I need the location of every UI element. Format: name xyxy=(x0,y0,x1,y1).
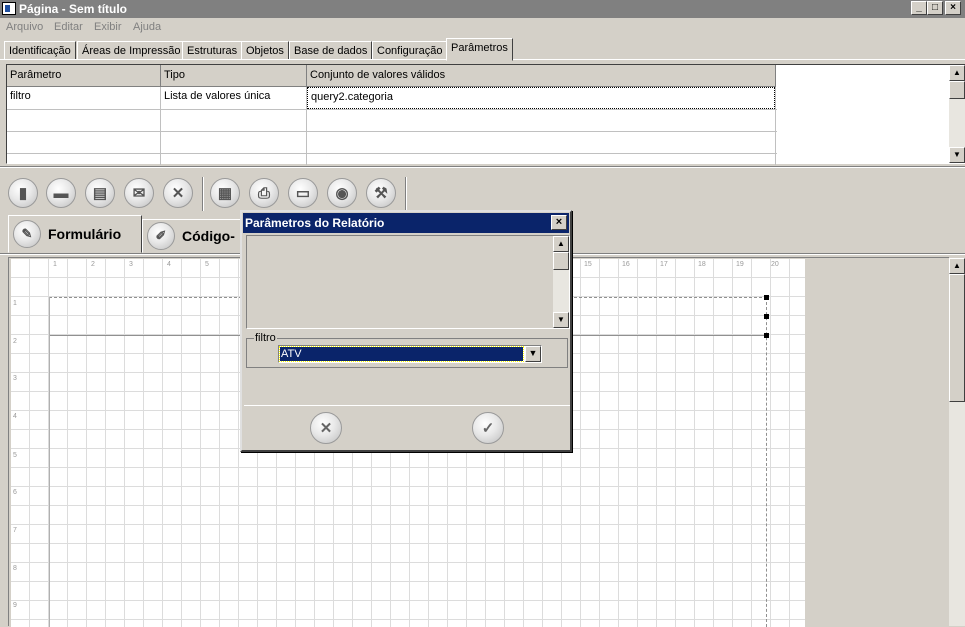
splitter[interactable] xyxy=(0,166,965,168)
resize-handle[interactable] xyxy=(764,314,769,319)
pencil-icon: ✐ xyxy=(147,222,175,250)
ruler-mark: 3 xyxy=(13,375,17,382)
menu-arquivo[interactable]: Arquivo xyxy=(6,21,43,33)
cancel-icon[interactable]: ✕ xyxy=(163,178,193,208)
save-icon[interactable]: ▤ xyxy=(85,178,115,208)
app-icon xyxy=(2,2,16,15)
dialog-title-bar[interactable]: Parâmetros do Relatório × xyxy=(243,213,569,233)
new-document-icon[interactable]: ▮ xyxy=(8,178,38,208)
window-title: Página - Sem título xyxy=(19,2,128,16)
column-header-parametro[interactable]: Parâmetro xyxy=(7,65,161,87)
dialog-scrollbar[interactable]: ▲ ▼ xyxy=(553,236,569,328)
tab-objetos[interactable]: Objetos xyxy=(241,41,289,60)
toolbar-separator xyxy=(405,177,407,211)
ruler-mark: 6 xyxy=(13,489,17,496)
dialog-close-button[interactable]: × xyxy=(551,215,567,230)
maximize-button[interactable]: □ xyxy=(927,1,943,15)
menu-editar[interactable]: Editar xyxy=(54,21,83,33)
chevron-down-icon[interactable]: ▼ xyxy=(525,346,541,362)
tab-estruturas[interactable]: Estruturas xyxy=(182,41,243,60)
email-icon[interactable]: ✉ xyxy=(124,178,154,208)
tab-base-de-dados[interactable]: Base de dados xyxy=(289,41,373,60)
ruler-mark: 5 xyxy=(13,452,17,459)
margin-line xyxy=(49,297,50,627)
grid-scrollbar[interactable]: ▲ ▼ xyxy=(949,65,965,163)
close-button[interactable]: × xyxy=(945,1,961,15)
parameters-grid: Parâmetro Tipo Conjunto de valores válid… xyxy=(6,64,965,165)
canvas-scrollbar[interactable]: ▲ xyxy=(949,258,965,626)
menu-ajuda[interactable]: Ajuda xyxy=(133,21,161,33)
globe-icon[interactable]: ◉ xyxy=(327,178,357,208)
ruler-mark: 5 xyxy=(205,261,209,268)
edit-form-icon: ✎ xyxy=(13,220,41,248)
ruler-mark: 1 xyxy=(53,261,57,268)
ruler-mark: 18 xyxy=(698,261,706,268)
report-icon[interactable]: ▦ xyxy=(210,178,240,208)
monitor-icon[interactable]: ▭ xyxy=(288,178,318,208)
confirm-button[interactable]: ✓ xyxy=(472,412,504,444)
minimize-button[interactable]: _ xyxy=(911,1,927,15)
filtro-label: filtro xyxy=(254,332,277,344)
tab-identificacao[interactable]: Identificação xyxy=(4,41,76,60)
ruler-mark: 2 xyxy=(91,261,95,268)
ruler-mark: 4 xyxy=(13,413,17,420)
ruler-mark: 16 xyxy=(622,261,630,268)
ruler-mark: 17 xyxy=(660,261,668,268)
tab-formulario[interactable]: ✎ Formulário xyxy=(8,215,142,253)
resize-handle[interactable] xyxy=(764,333,769,338)
tab-strip: Identificação Áreas de Impressão Estrutu… xyxy=(0,38,965,61)
ruler-mark: 2 xyxy=(13,338,17,345)
tab-areas-de-impressao[interactable]: Áreas de Impressão xyxy=(77,41,186,60)
scroll-down-button[interactable]: ▼ xyxy=(949,147,965,163)
grid-line xyxy=(7,109,777,110)
ruler-mark: 19 xyxy=(736,261,744,268)
grid-line xyxy=(7,131,777,132)
open-folder-icon[interactable]: ▬ xyxy=(46,178,76,208)
resize-handle[interactable] xyxy=(764,295,769,300)
ruler-mark: 15 xyxy=(584,261,592,268)
menu-bar: Arquivo Editar Exibir Ajuda xyxy=(0,18,965,38)
dialog-parameters-list[interactable]: ▲ ▼ xyxy=(246,235,570,329)
report-parameters-dialog: Parâmetros do Relatório × ▲ ▼ filtro ATV… xyxy=(240,210,572,452)
scroll-up-button[interactable]: ▲ xyxy=(949,65,965,81)
margin-line xyxy=(766,297,767,627)
grid-line xyxy=(7,153,777,154)
hammer-icon[interactable]: ⚒ xyxy=(366,178,396,208)
scroll-up-button[interactable]: ▲ xyxy=(553,236,569,252)
cancel-button[interactable]: ✕ xyxy=(310,412,342,444)
tab-configuracao[interactable]: Configuração xyxy=(372,41,448,60)
scroll-thumb[interactable] xyxy=(949,81,965,99)
tab-parametros[interactable]: Parâmetros xyxy=(446,38,513,61)
title-bar: Página - Sem título _ □ × xyxy=(0,0,965,18)
filtro-select-value[interactable]: ATV xyxy=(279,346,524,362)
tab-codigo-label: Código- xyxy=(182,228,235,244)
tab-formulario-label: Formulário xyxy=(48,226,122,242)
ruler-mark: 7 xyxy=(13,527,17,534)
ruler-mark: 3 xyxy=(129,261,133,268)
ruler-mark: 8 xyxy=(13,565,17,572)
toolbar-separator xyxy=(202,177,204,211)
filtro-select[interactable]: ATV ▼ xyxy=(278,345,542,363)
table-cell-selected[interactable]: query2.categoria xyxy=(307,87,775,109)
column-header-tipo[interactable]: Tipo xyxy=(161,65,307,87)
ruler-mark: 9 xyxy=(13,602,17,609)
tab-codigo[interactable]: ✐ Código- xyxy=(142,219,242,253)
scroll-thumb[interactable] xyxy=(949,274,965,402)
ruler-mark: 1 xyxy=(13,300,17,307)
column-header-valores-validos[interactable]: Conjunto de valores válidos xyxy=(307,65,776,87)
table-cell[interactable]: Lista de valores única xyxy=(161,87,306,109)
print-icon[interactable]: ⎙ xyxy=(249,178,279,208)
filtro-group: filtro ATV ▼ xyxy=(246,333,568,368)
scroll-down-button[interactable]: ▼ xyxy=(553,312,569,328)
scroll-up-button[interactable]: ▲ xyxy=(949,258,965,274)
dialog-button-bar: ✕ ✓ xyxy=(244,405,570,449)
table-cell[interactable]: filtro xyxy=(7,87,160,109)
menu-exibir[interactable]: Exibir xyxy=(94,21,122,33)
ruler-mark: 20 xyxy=(771,261,779,268)
ruler-mark: 4 xyxy=(167,261,171,268)
scroll-thumb[interactable] xyxy=(553,252,569,270)
dialog-title: Parâmetros do Relatório xyxy=(245,216,385,230)
